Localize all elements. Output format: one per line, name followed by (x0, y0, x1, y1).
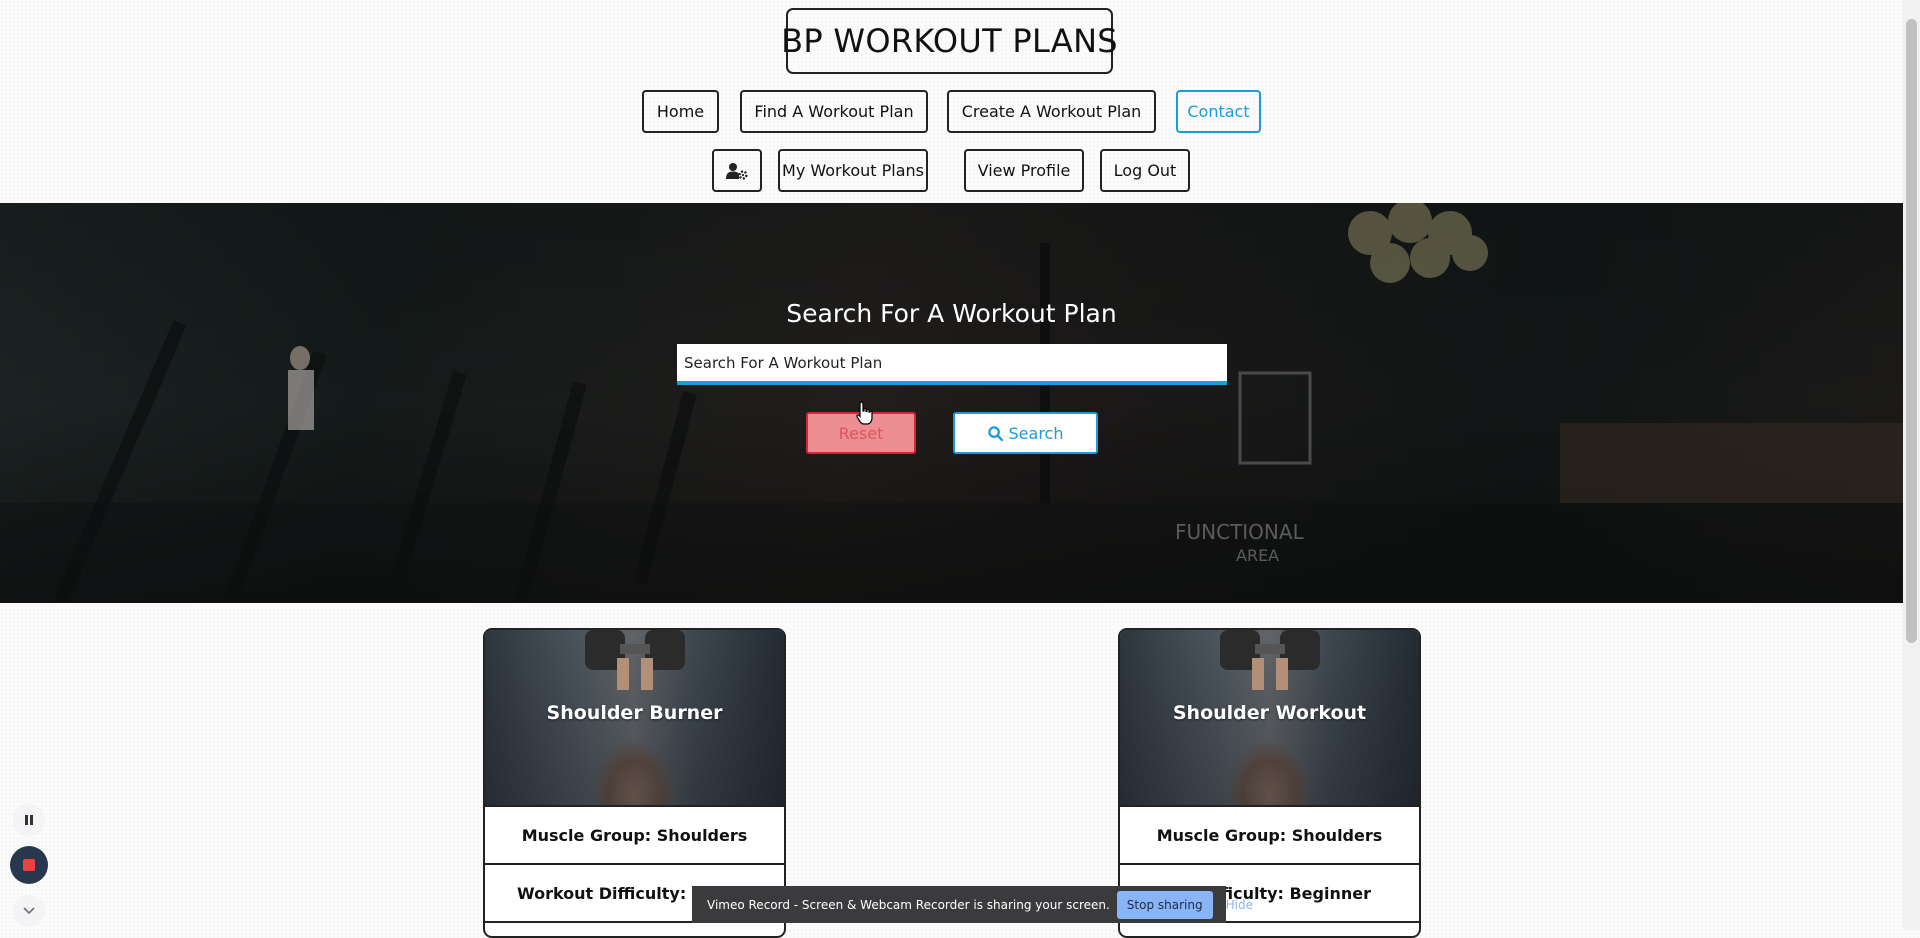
pause-icon (25, 815, 33, 825)
search-button[interactable]: Search (953, 412, 1098, 454)
nav-my-workout-plans[interactable]: My Workout Plans (778, 149, 928, 192)
gym-background-image: FUNCTIONAL AREA (0, 203, 1903, 603)
recorder-pause-button[interactable] (13, 804, 45, 836)
scrollbar-thumb[interactable] (1906, 19, 1917, 643)
card-title: Shoulder Workout (1172, 702, 1367, 724)
screen-share-message: Vimeo Record - Screen & Webcam Recorder … (707, 897, 1110, 912)
dumbbell-image (584, 630, 685, 690)
nav-create-workout-plan[interactable]: Create A Workout Plan (947, 90, 1156, 133)
stop-sharing-button[interactable]: Stop sharing (1116, 890, 1213, 919)
nav-home[interactable]: Home (642, 90, 719, 133)
chevron-down-icon (23, 907, 35, 915)
user-gear-icon (726, 162, 748, 180)
search-icon (987, 425, 1003, 441)
page-scrollbar[interactable] (1903, 0, 1920, 930)
page: BP WORKOUT PLANS Home Find A Workout Pla… (0, 0, 1903, 938)
card-muscle-group: Muscle Group: Shoulders (485, 807, 784, 865)
nav-log-out[interactable]: Log Out (1100, 149, 1190, 192)
screen-share-bar: Vimeo Record - Screen & Webcam Recorder … (692, 886, 1253, 923)
stop-record-icon (23, 859, 35, 871)
search-button-label: Search (1008, 423, 1064, 443)
hero-title: Search For A Workout Plan (786, 299, 1117, 328)
mouse-cursor-icon (856, 401, 873, 425)
card-muscle-group: Muscle Group: Shoulders (1120, 807, 1419, 865)
nav-find-workout-plan[interactable]: Find A Workout Plan (740, 90, 928, 133)
search-input[interactable] (677, 344, 1227, 385)
recorder-collapse-button[interactable] (13, 895, 45, 927)
brand-logo[interactable]: BP WORKOUT PLANS (781, 8, 1118, 74)
admin-button[interactable] (712, 149, 762, 192)
hide-button[interactable]: Hide (1226, 898, 1253, 912)
svg-text:AREA: AREA (1236, 546, 1279, 565)
nav-contact[interactable]: Contact (1176, 90, 1261, 133)
svg-text:FUNCTIONAL: FUNCTIONAL (1175, 520, 1305, 544)
card-image: Shoulder Workout (1120, 630, 1419, 807)
dumbbell-image (1219, 630, 1320, 690)
nav-view-profile[interactable]: View Profile (964, 149, 1084, 192)
card-image: Shoulder Burner (485, 630, 784, 807)
card-title: Shoulder Burner (546, 702, 723, 724)
hero-banner: FUNCTIONAL AREA Search For A Workout Pla… (0, 203, 1903, 603)
recorder-stop-button[interactable] (10, 846, 48, 884)
